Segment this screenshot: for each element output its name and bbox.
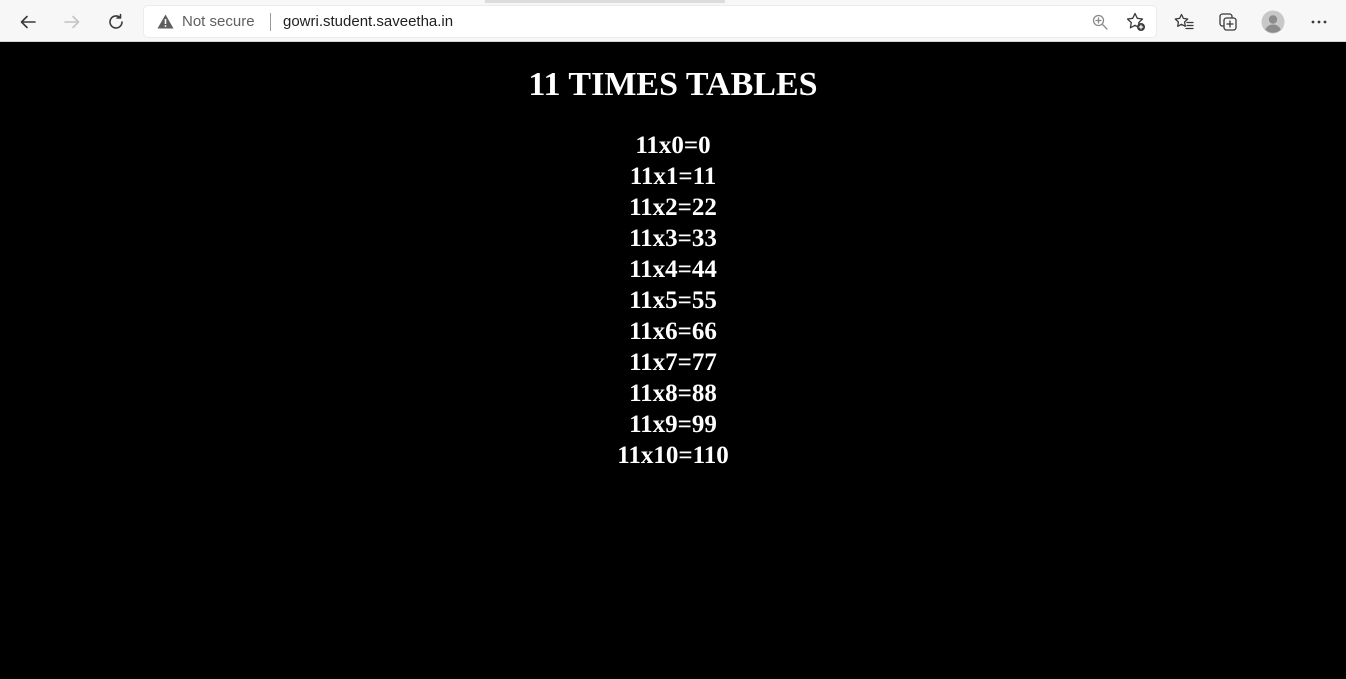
times-table-row: 11x2=22 <box>629 194 717 221</box>
times-table-row: 11x3=33 <box>629 225 717 252</box>
profile-icon <box>1261 10 1285 34</box>
times-table-row: 11x4=44 <box>629 256 717 283</box>
favorites-icon <box>1174 13 1194 31</box>
back-arrow-icon <box>19 13 37 31</box>
times-table-row: 11x10=110 <box>617 442 729 469</box>
tab-strip-edge <box>485 0 725 3</box>
favorites-button[interactable] <box>1168 6 1200 38</box>
times-table-row: 11x0=0 <box>635 132 711 159</box>
back-button[interactable] <box>12 6 44 38</box>
page-content: 11 TIMES TABLES 11x0=0 11x1=11 11x2=22 1… <box>0 42 1346 679</box>
times-table-row: 11x8=88 <box>629 380 717 407</box>
times-table-list: 11x0=0 11x1=11 11x2=22 11x3=33 11x4=44 1… <box>0 130 1346 471</box>
zoom-icon[interactable] <box>1089 11 1111 33</box>
collections-button[interactable] <box>1212 6 1244 38</box>
times-table-row: 11x5=55 <box>629 287 717 314</box>
add-favorite-icon[interactable] <box>1125 11 1147 33</box>
reload-icon <box>107 13 125 31</box>
address-bar[interactable]: Not secure gowri.student.saveetha.in <box>144 6 1156 37</box>
warning-icon[interactable] <box>157 14 174 33</box>
times-table-row: 11x6=66 <box>629 318 717 345</box>
collections-icon <box>1218 12 1238 32</box>
forward-arrow-icon <box>63 13 81 31</box>
times-table-row: 11x7=77 <box>629 349 717 376</box>
browser-toolbar: Not secure gowri.student.saveetha.in <box>0 0 1346 42</box>
forward-button[interactable] <box>56 6 88 38</box>
reload-button[interactable] <box>100 6 132 38</box>
more-menu-button[interactable] <box>1303 6 1335 38</box>
address-divider <box>270 13 271 31</box>
page-title: 11 TIMES TABLES <box>528 66 818 103</box>
url-text[interactable]: gowri.student.saveetha.in <box>283 13 453 30</box>
times-table-row: 11x9=99 <box>629 411 717 438</box>
more-menu-icon <box>1311 20 1327 24</box>
profile-button[interactable] <box>1257 6 1289 38</box>
times-table-row: 11x1=11 <box>629 163 717 190</box>
security-status-label[interactable]: Not secure <box>182 13 255 30</box>
